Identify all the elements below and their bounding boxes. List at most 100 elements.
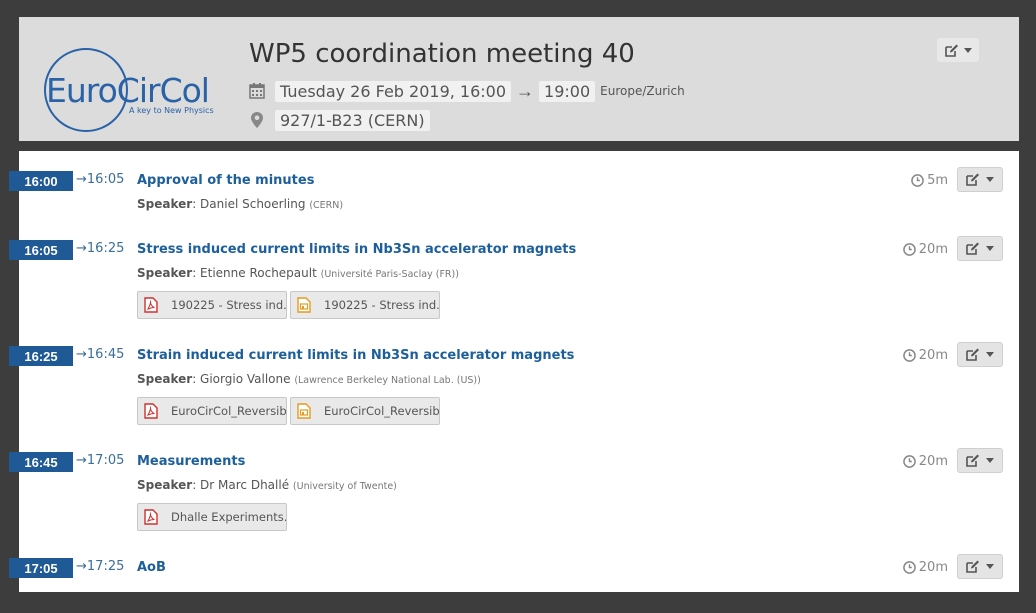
attachment-name: 190225 - Stress ind... [324,298,439,312]
pdf-attachment[interactable]: EuroCirCol_Reversib... [137,397,287,425]
presentation-file-icon [297,297,311,313]
clock-icon [902,561,916,574]
contribution-edit-button[interactable] [957,448,1003,473]
caret-down-icon [986,564,994,569]
attachment-name: EuroCirCol_Reversib... [324,404,439,418]
attachments: EuroCirCol_Reversib... EuroCirCol_Reversi… [137,397,440,425]
attachment-name: 190225 - Stress ind... [171,298,286,312]
duration: 20m [902,242,948,257]
svg-text:A key to New Physics: A key to New Physics [129,106,214,115]
slides-attachment[interactable]: 190225 - Stress ind... [290,291,440,319]
contribution-edit-button[interactable] [957,167,1003,192]
calendar-icon [249,83,265,99]
start-time-badge: 16:05 [9,240,73,260]
speaker-label: Speaker [137,197,193,211]
speaker-line: Speaker: Giorgio Vallone (Lawrence Berke… [137,372,481,386]
end-time-value: 16:25 [86,241,125,256]
time-arrow: → [76,347,87,362]
edit-icon [966,242,979,255]
edit-icon [966,560,979,573]
speaker-name: Giorgio Vallone [200,372,291,386]
caret-down-icon [986,177,994,182]
end-time-value: 16:05 [86,172,125,187]
speaker-affiliation: (Université Paris-Saclay (FR)) [320,269,459,280]
speaker-label: Speaker [137,266,193,280]
attachments: 190225 - Stress ind... 190225 - Stress in… [137,291,440,319]
speaker-label: Speaker [137,478,193,492]
contribution-title-link[interactable]: Measurements [137,454,245,469]
event-timezone: Europe/Zurich [600,84,685,98]
pdf-attachment[interactable]: 190225 - Stress ind... [137,291,287,319]
speaker-line: Speaker: Dr Marc Dhallé (University of T… [137,478,397,492]
caret-down-icon [963,47,972,53]
event-start-date: Tuesday 26 Feb 2019, 16:00 [275,80,512,102]
time-arrow: → [76,559,87,574]
event-date-row: Tuesday 26 Feb 2019, 16:00 → 19:00 Europ… [249,80,685,102]
contribution-title-link[interactable]: Approval of the minutes [137,173,314,188]
presentation-file-icon [297,403,311,419]
event-location-row: 927/1-B23 (CERN) [249,109,430,131]
pdf-file-icon [144,297,158,313]
duration: 5m [911,173,948,188]
attachments: Dhalle Experiments.... [137,503,287,531]
clock-icon [902,455,916,468]
pdf-file-icon [144,509,158,525]
duration: 20m [902,348,948,363]
end-time-value: 16:45 [86,347,125,362]
event-edit-button[interactable] [937,38,979,62]
caret-down-icon [986,246,994,251]
end-time: →16:45 [76,347,124,362]
pdf-attachment[interactable]: Dhalle Experiments.... [137,503,287,531]
edit-icon [966,173,979,186]
duration-value: 20m [918,454,948,469]
attachment-name: Dhalle Experiments.... [171,510,286,524]
contribution-title-link[interactable]: Strain induced current limits in Nb3Sn a… [137,348,574,363]
start-time-badge: 16:25 [9,346,73,366]
contribution-edit-button[interactable] [957,554,1003,579]
start-time-badge: 16:00 [9,171,73,191]
contribution-edit-button[interactable] [957,342,1003,367]
svg-text:EuroCirCol: EuroCirCol [46,71,209,110]
clock-icon [902,349,916,362]
speaker-name: Daniel Schoerling [200,197,306,211]
start-time-badge: 16:45 [9,452,73,472]
event-title: WP5 coordination meeting 40 [249,39,635,69]
contribution-title-link[interactable]: Stress induced current limits in Nb3Sn a… [137,242,576,257]
duration-value: 20m [918,560,948,575]
map-pin-icon [251,112,263,128]
clock-icon [902,243,916,256]
speaker-affiliation: (CERN) [309,200,344,211]
duration-value: 20m [918,348,948,363]
slides-attachment[interactable]: EuroCirCol_Reversib... [290,397,440,425]
attachment-name: EuroCirCol_Reversib... [171,404,286,418]
time-arrow: → [76,172,87,187]
event-location[interactable]: 927/1-B23 (CERN) [275,109,430,131]
end-time: →17:05 [76,453,124,468]
speaker-line: Speaker: Etienne Rochepault (Université … [137,266,459,280]
time-arrow: → [76,241,87,256]
end-time: →17:25 [76,559,124,574]
start-time-badge: 17:05 [9,558,73,578]
duration: 20m [902,560,948,575]
clock-icon [911,174,924,187]
time-arrow: → [76,453,87,468]
date-arrow: → [516,80,535,101]
speaker-affiliation: (University of Twente) [292,481,397,492]
speaker-name: Dr Marc Dhallé [200,478,290,492]
edit-icon [966,454,979,467]
edit-icon [966,348,979,361]
eurocircol-logo: EuroCirCol A key to New Physics [44,48,214,132]
speaker-name: Etienne Rochepault [200,266,317,280]
duration-value: 5m [927,173,948,188]
edit-icon [944,44,958,57]
speaker-affiliation: (Lawrence Berkeley National Lab. (US)) [294,375,481,386]
event-end-time: 19:00 [539,80,596,102]
end-time-value: 17:05 [86,453,125,468]
speaker-line: Speaker: Daniel Schoerling (CERN) [137,197,344,211]
contribution-title-link[interactable]: AoB [137,560,166,575]
duration-value: 20m [918,242,948,257]
caret-down-icon [986,458,994,463]
contribution-edit-button[interactable] [957,236,1003,261]
caret-down-icon [986,352,994,357]
end-time: →16:05 [76,172,124,187]
